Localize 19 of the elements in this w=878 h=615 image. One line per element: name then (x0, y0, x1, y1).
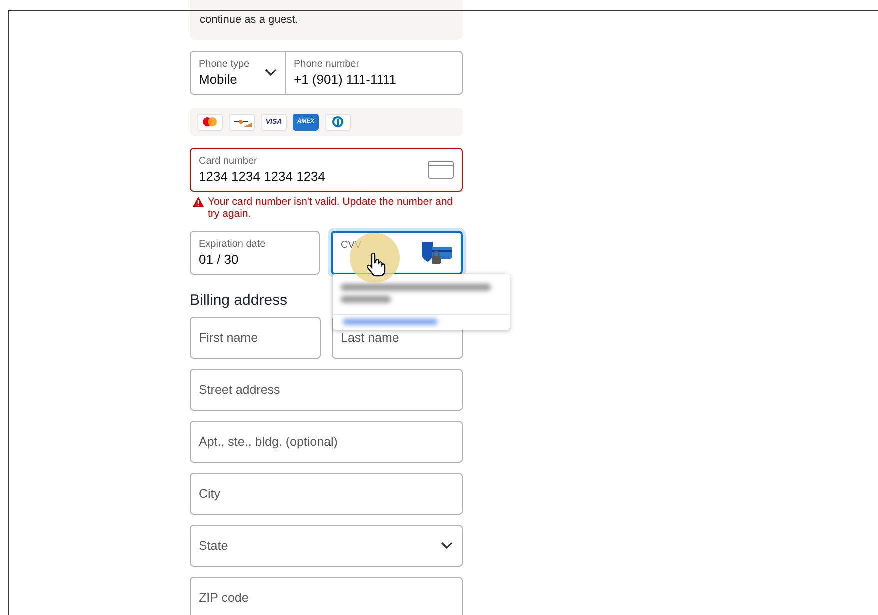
mastercard-logo-icon (197, 114, 223, 130)
section-heading: Billing address (190, 292, 289, 309)
text-field[interactable]: Street address (190, 369, 463, 411)
chevron-down-icon (441, 542, 453, 550)
card-number-field[interactable]: Card number 1234 1234 1234 1234 (190, 148, 463, 192)
discover-logo-icon (229, 114, 255, 130)
expiration-date-field[interactable]: Expiration date 01 / 30 (190, 231, 320, 275)
state-select[interactable]: State (190, 525, 463, 567)
hand-cursor-icon (366, 253, 386, 277)
warning-icon (193, 197, 204, 207)
notice-text: continue as a guest. (200, 14, 298, 26)
card-icon (428, 161, 454, 179)
text-field[interactable]: First name (190, 317, 321, 359)
error-message: Your card number isn't valid. Update the number and try again. (208, 196, 454, 220)
text-field[interactable]: Apt., ste., bldg. (optional) (190, 421, 463, 463)
diners-logo-icon (325, 114, 351, 130)
shield-card-lock-icon (421, 241, 453, 265)
text-field[interactable]: ZIP code (190, 577, 463, 615)
text-field[interactable]: City (190, 473, 463, 515)
